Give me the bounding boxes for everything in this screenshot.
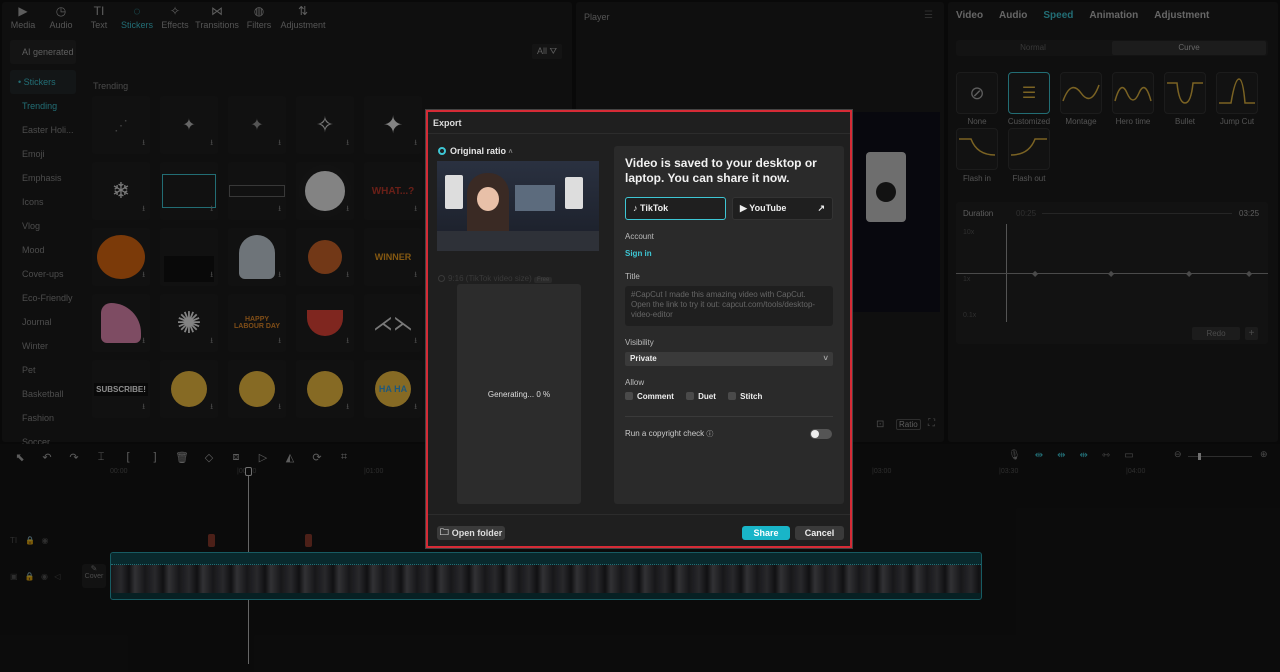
external-link-icon: ↗ [817, 203, 825, 213]
open-folder-button[interactable]: 🗀 Open folder [437, 526, 505, 540]
ratio-original-option[interactable]: Original ratio ˄ [438, 146, 513, 156]
cancel-button[interactable]: Cancel [795, 526, 844, 540]
youtube-icon: ▶ [740, 203, 747, 213]
duet-checkbox[interactable]: Duet [686, 392, 716, 401]
folder-icon: 🗀 [439, 527, 449, 537]
share-button[interactable]: Share [742, 526, 790, 540]
speaker-left [445, 175, 463, 209]
stitch-checkbox[interactable]: Stitch [728, 392, 762, 401]
tiktok-preview-box: Generating... 0 % [457, 284, 581, 504]
title-label: Title [625, 272, 640, 281]
free-badge: Free [533, 277, 553, 283]
divider [625, 416, 833, 417]
title-textarea[interactable]: #CapCut I made this amazing video with C… [625, 286, 833, 326]
toggle-knob [811, 430, 819, 438]
visibility-select[interactable]: Private ˅ [625, 352, 833, 366]
video-thumbnail [437, 161, 599, 251]
chevron-up-icon: ˄ [508, 149, 513, 156]
export-dialog: Export Original ratio ˄ 9:16 (TikTok vid… [426, 110, 852, 548]
tiktok-icon: ♪ [633, 203, 638, 213]
monitor [515, 185, 555, 211]
share-panel: Video is saved to your desktop or laptop… [614, 146, 844, 504]
divider [428, 514, 850, 515]
comment-checkbox[interactable]: Comment [625, 392, 674, 401]
visibility-label: Visibility [625, 338, 654, 347]
radio-selected-icon [438, 147, 446, 155]
ratio-tiktok-option[interactable]: 9:16 (TikTok video size) Free [438, 274, 553, 283]
divider [428, 133, 850, 134]
share-headline: Video is saved to your desktop or laptop… [625, 156, 817, 185]
generating-status: Generating... 0 % [487, 390, 551, 399]
info-icon[interactable]: ⓘ [706, 431, 713, 438]
copyright-toggle[interactable] [810, 429, 832, 439]
export-dialog-title: Export [433, 118, 462, 128]
allow-options: Comment Duet Stitch [625, 392, 762, 401]
chevron-down-icon: ˅ [823, 354, 828, 363]
youtube-option[interactable]: ▶ YouTube ↗ [732, 197, 833, 220]
speaker-right [565, 177, 583, 209]
account-label: Account [625, 232, 654, 241]
allow-label: Allow [625, 378, 645, 387]
sign-in-link[interactable]: Sign in [625, 249, 652, 258]
copyright-label: Run a copyright check ⓘ [625, 429, 714, 438]
tiktok-option[interactable]: ♪ TikTok [625, 197, 726, 220]
